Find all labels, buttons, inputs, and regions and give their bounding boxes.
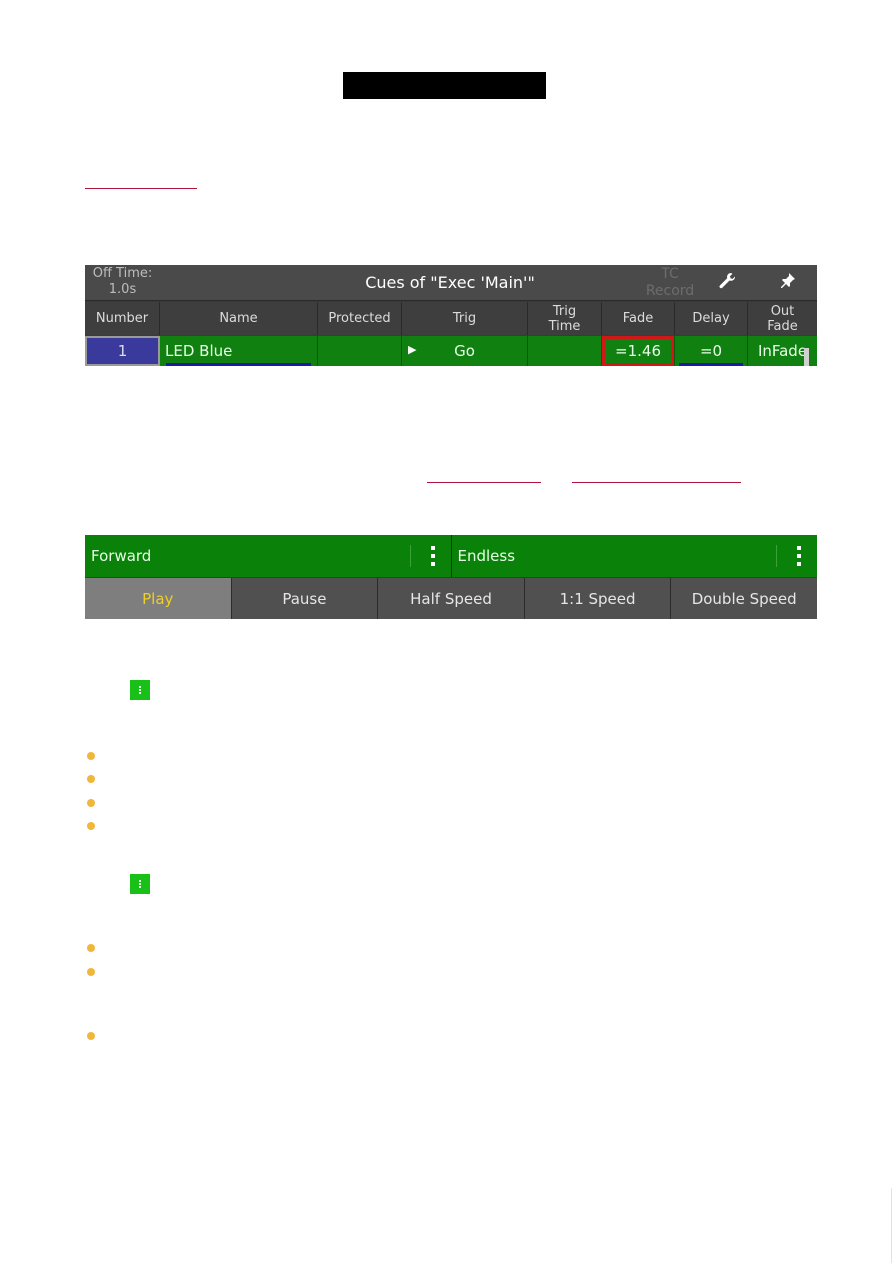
hyperlink-underline[interactable] [427, 482, 541, 483]
play-button[interactable]: Play [85, 578, 232, 619]
column-header-name[interactable]: Name [160, 302, 318, 335]
speed-buttons: Play Pause Half Speed 1:1 Speed Double S… [85, 578, 817, 619]
cue-sheet-title: Cues of "Exec 'Main'" [365, 273, 535, 292]
off-time-label: Off Time: [92, 266, 153, 281]
delay-progress-bar [679, 363, 743, 366]
more-options-icon [130, 874, 150, 894]
column-header-number[interactable]: Number [85, 302, 160, 335]
half-speed-button[interactable]: Half Speed [378, 578, 525, 619]
scrollbar-thumb[interactable] [804, 348, 809, 366]
bullet-icon [87, 944, 95, 952]
highlight-box [602, 336, 674, 366]
page-edge-marker [891, 1188, 892, 1263]
column-header-fade[interactable]: Fade [602, 302, 675, 335]
cue-number-cell[interactable]: 1 [85, 336, 160, 366]
header-line: Time [548, 318, 581, 334]
cue-name: LED Blue [165, 342, 233, 360]
bullet-icon [87, 799, 95, 807]
column-header-out-fade[interactable]: Out Fade [748, 302, 817, 335]
hyperlink-underline[interactable] [85, 188, 197, 189]
record-label: Record [645, 283, 695, 299]
more-options-icon[interactable] [429, 546, 437, 566]
cue-delay: =0 [699, 342, 723, 360]
off-time-value: 1.0s [108, 282, 137, 297]
bullet-icon [87, 775, 95, 783]
loop-select[interactable]: Endless [452, 535, 818, 577]
hyperlink-underline[interactable] [572, 482, 741, 483]
cue-trig-time-cell[interactable] [528, 336, 602, 366]
more-options-icon[interactable] [795, 546, 803, 566]
direction-select[interactable]: Forward [85, 535, 452, 577]
header-line: Out [770, 303, 795, 319]
divider [409, 545, 411, 567]
mode-row: Forward Endless [85, 535, 817, 577]
header-line: Trig [552, 303, 577, 319]
bullet-icon [87, 968, 95, 976]
header-line: Fade [767, 318, 798, 334]
pause-button[interactable]: Pause [231, 578, 379, 619]
wrench-icon[interactable] [715, 271, 739, 295]
cue-name-cell[interactable]: LED Blue [160, 336, 318, 366]
play-arrow-icon: ▶ [408, 343, 417, 356]
cue-trig: Go [454, 342, 475, 360]
tc-record-button[interactable]: TC Record [640, 266, 700, 300]
cue-protected-cell[interactable] [318, 336, 402, 366]
table-row[interactable]: 1 LED Blue ▶ Go =1.46 =0 InFade [85, 336, 817, 366]
column-header-protected[interactable]: Protected [318, 302, 402, 335]
bullet-icon [87, 1032, 95, 1040]
redacted-page-title [343, 72, 546, 99]
off-time-button[interactable]: Off Time: 1.0s [85, 266, 160, 298]
bullet-icon [87, 822, 95, 830]
column-header-delay[interactable]: Delay [675, 302, 748, 335]
cue-sheet-window: Off Time: 1.0s Cues of "Exec 'Main'" TC … [85, 265, 817, 366]
playback-controls: Forward Endless Play Pause Half Speed 1:… [85, 535, 817, 619]
bullet-icon [87, 752, 95, 760]
cue-sheet-titlebar: Off Time: 1.0s Cues of "Exec 'Main'" TC … [85, 265, 817, 301]
column-header-trig-time[interactable]: Trig Time [528, 302, 602, 335]
cue-out-fade-cell[interactable]: InFade [748, 336, 817, 366]
divider [776, 545, 777, 567]
direction-value: Forward [91, 547, 152, 565]
tc-label: TC [661, 266, 679, 282]
column-header-trig[interactable]: Trig [402, 302, 528, 335]
cue-trig-cell[interactable]: ▶ Go [402, 336, 528, 366]
cue-table-header: Number Name Protected Trig Trig Time Fad… [85, 302, 817, 335]
normal-speed-button[interactable]: 1:1 Speed [524, 578, 672, 619]
double-speed-button[interactable]: Double Speed [671, 578, 817, 619]
cue-delay-cell[interactable]: =0 [675, 336, 748, 366]
cue-fade-cell[interactable]: =1.46 [602, 336, 675, 366]
pin-icon[interactable] [775, 271, 799, 295]
loop-value: Endless [457, 547, 516, 565]
name-progress-bar [166, 363, 311, 366]
more-options-icon [130, 680, 150, 700]
cue-out-fade: InFade [757, 342, 808, 360]
